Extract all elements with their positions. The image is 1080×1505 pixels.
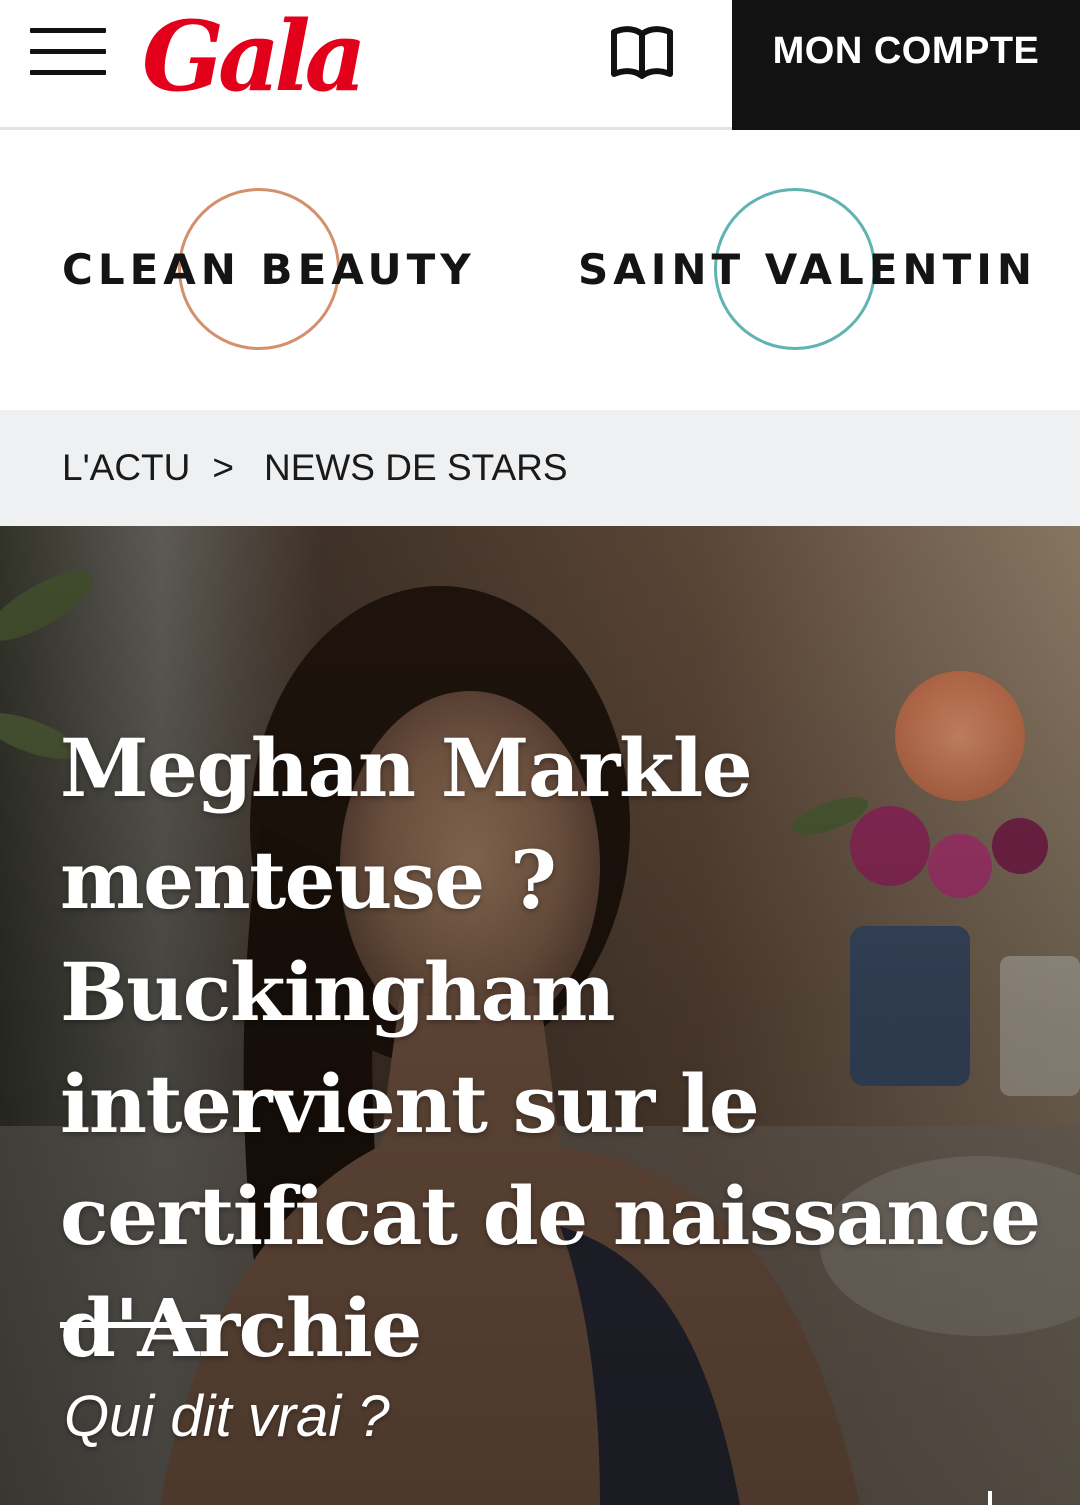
account-button[interactable]: MON COMPTE [732,0,1080,130]
breadcrumb-separator: > [212,447,234,488]
site-header: Gala MON COMPTE [0,0,1080,130]
hamburger-menu-icon[interactable] [30,28,106,78]
breadcrumb: L'ACTU > NEWS DE STARS [0,410,1080,526]
site-logo[interactable]: Gala [142,2,367,112]
headline-divider [60,1322,210,1328]
topic-clean-beauty[interactable]: CLEAN BEAUTY [62,240,476,300]
article-hero: Meghan Markle menteuse ? Buckingham inte… [0,526,1080,1505]
article-subtitle: Qui dit vrai ? [64,1384,390,1449]
page: Gala MON COMPTE CLEAN BEAUTY SAINT VALEN… [0,0,1080,1505]
breadcrumb-item-actu[interactable]: L'ACTU [62,447,190,489]
scroll-indicator [988,1491,992,1505]
menu-line [30,70,106,75]
topic-strip: CLEAN BEAUTY SAINT VALENTIN [0,130,1080,410]
open-book-icon[interactable] [606,24,678,84]
article-headline[interactable]: Meghan Markle menteuse ? Buckingham inte… [60,712,1041,1384]
breadcrumb-item-news-de-stars[interactable]: NEWS DE STARS [264,447,568,489]
topic-saint-valentin[interactable]: SAINT VALENTIN [578,240,1037,300]
menu-line [30,49,106,54]
menu-line [30,28,106,33]
